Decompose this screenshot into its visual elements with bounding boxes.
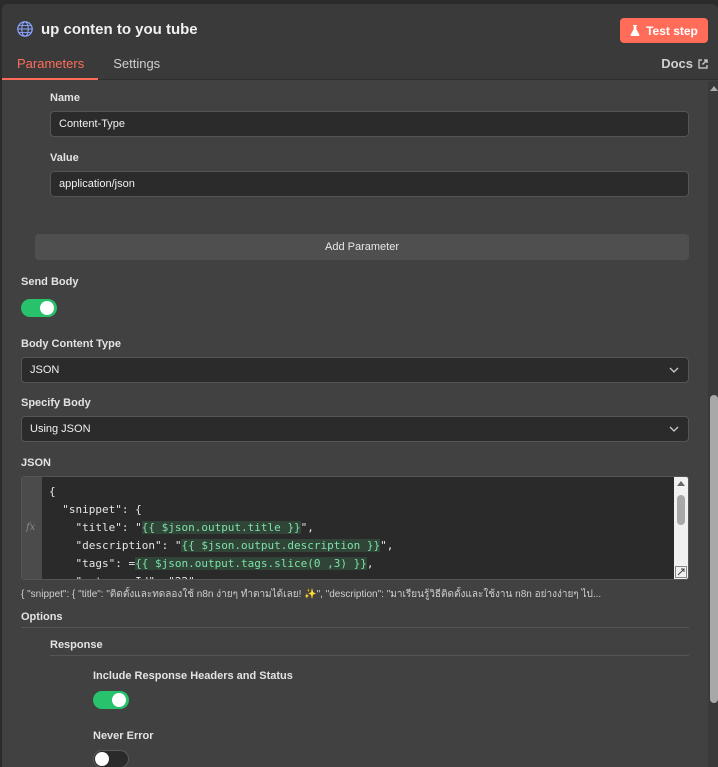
header-value-input[interactable]: application/json: [50, 171, 689, 197]
json-code[interactable]: { "snippet": { "title": "{{ $json.output…: [49, 483, 393, 579]
tab-settings[interactable]: Settings: [98, 52, 174, 80]
expression-gutter: fx: [22, 477, 42, 579]
expression-token: {{ $json.output.title }}: [141, 521, 301, 534]
scroll-up-icon: [710, 86, 718, 91]
body-content-type-value: JSON: [30, 364, 60, 376]
title-row: up conten to you tube: [16, 20, 198, 38]
code-token: "description": ": [49, 539, 182, 552]
expand-icon[interactable]: [675, 566, 687, 578]
body-content-type-select[interactable]: JSON: [21, 357, 689, 383]
code-token: "snippet": {: [49, 503, 142, 516]
chevron-down-icon: [669, 367, 679, 373]
code-line: "snippet": {: [49, 501, 393, 519]
header-name-label: Name: [50, 92, 80, 104]
expression-token: {{ $json.output.tags.slice(0 ,3) }}: [135, 557, 367, 570]
code-line: "description": "{{ $json.output.descript…: [49, 537, 393, 555]
code-line: "title": "{{ $json.output.title }}",: [49, 519, 393, 537]
specify-body-label: Specify Body: [21, 397, 91, 409]
docs-link[interactable]: Docs: [661, 56, 708, 71]
parameters-content: Name Content-Type Value application/json…: [2, 81, 706, 767]
specify-body-value: Using JSON: [30, 423, 91, 435]
options-divider: [21, 627, 689, 628]
test-step-label: Test step: [646, 23, 698, 38]
test-step-button[interactable]: Test step: [620, 18, 708, 43]
fx-icon: fx: [26, 522, 36, 533]
panel-scroll-thumb[interactable]: [710, 395, 718, 703]
header-name-input[interactable]: Content-Type: [50, 111, 689, 137]
code-token: ",: [380, 539, 394, 552]
code-token: "tags": =: [49, 557, 136, 570]
json-preview: { "snippet": { "title": "ติดตั้งและทดลอง…: [21, 589, 602, 600]
code-token: ",: [300, 521, 314, 534]
code-token: "categoryId": "22": [49, 575, 194, 579]
code-token: "title": ": [49, 521, 142, 534]
add-parameter-button[interactable]: Add Parameter: [35, 234, 689, 260]
tab-parameters[interactable]: Parameters: [2, 52, 99, 80]
options-label: Options: [21, 611, 63, 623]
header-value-label: Value: [50, 152, 79, 164]
editor-scroll-thumb[interactable]: [677, 495, 685, 525]
node-panel: up conten to you tube Test step Paramete…: [2, 4, 718, 767]
toggle-knob: [40, 301, 54, 315]
tab-bar: Parameters Settings: [2, 52, 174, 80]
docs-label: Docs: [661, 56, 693, 71]
code-token: ,: [366, 557, 374, 570]
never-error-label: Never Error: [93, 730, 154, 742]
code-line: {: [49, 483, 393, 501]
body-content-type-label: Body Content Type: [21, 338, 122, 350]
include-headers-toggle[interactable]: [93, 691, 129, 709]
globe-icon: [17, 21, 33, 37]
expression-token: {{ $json.output.description }}: [181, 539, 381, 552]
editor-scrollbar[interactable]: [674, 477, 688, 579]
never-error-toggle[interactable]: [93, 750, 129, 767]
node-header: up conten to you tube Test step Paramete…: [2, 4, 718, 80]
toggle-knob: [112, 693, 126, 707]
send-body-label: Send Body: [21, 276, 79, 288]
panel-scrollbar[interactable]: [708, 81, 718, 767]
external-link-icon: [698, 58, 708, 69]
response-divider: [50, 655, 689, 656]
specify-body-select[interactable]: Using JSON: [21, 416, 689, 442]
scroll-up-icon: [677, 481, 685, 486]
code-line: "tags": ={{ $json.output.tags.slice(0 ,3…: [49, 555, 393, 573]
code-token: {: [49, 485, 56, 498]
node-title[interactable]: up conten to you tube: [41, 21, 198, 38]
include-headers-label: Include Response Headers and Status: [93, 670, 293, 682]
flask-icon: [630, 25, 640, 36]
send-body-toggle[interactable]: [21, 299, 57, 317]
code-line: "categoryId": "22": [49, 573, 393, 579]
chevron-down-icon: [669, 426, 679, 432]
response-label: Response: [50, 639, 103, 651]
json-editor[interactable]: fx { "snippet": { "title": "{{ $json.out…: [21, 476, 689, 580]
json-label: JSON: [21, 457, 51, 469]
toggle-knob: [95, 752, 109, 766]
